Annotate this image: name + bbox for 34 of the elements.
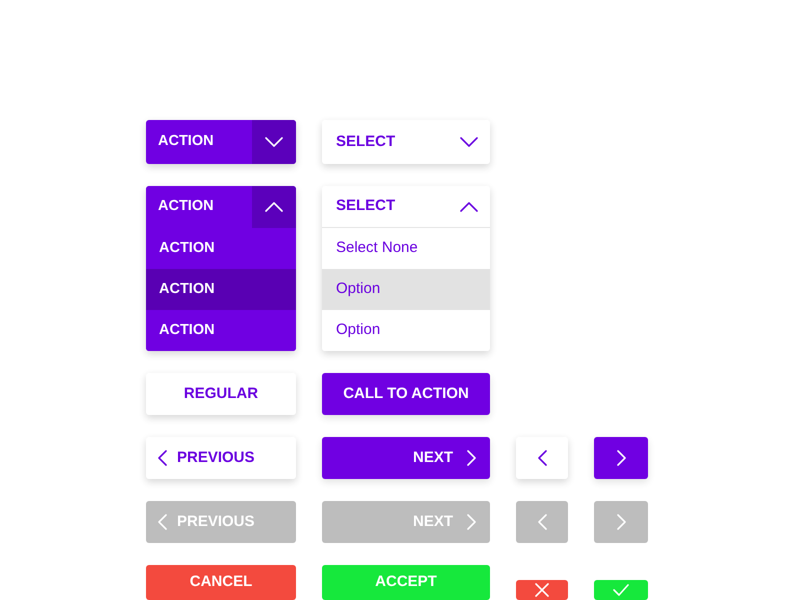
check-icon xyxy=(613,584,629,596)
cancel-button[interactable] xyxy=(516,580,568,600)
dropdown-toggle[interactable] xyxy=(252,120,296,164)
select-field[interactable]: SELECT xyxy=(322,186,490,228)
select-field[interactable]: SELECT xyxy=(322,120,490,164)
close-icon xyxy=(535,583,549,597)
chevron-up-icon xyxy=(460,202,478,212)
chevron-up-icon xyxy=(265,202,283,212)
chevron-right-icon xyxy=(616,514,626,530)
chevron-right-icon xyxy=(467,514,476,530)
chevron-left-icon xyxy=(538,450,546,466)
chevron-left-icon xyxy=(158,450,167,466)
action-button[interactable]: ACTION xyxy=(146,120,296,164)
primary-button[interactable]: CALL TO ACTION xyxy=(322,373,490,415)
select-option[interactable]: Option xyxy=(322,310,490,351)
cancel-button[interactable]: CANCEL xyxy=(146,565,296,600)
chevron-left-icon xyxy=(158,514,167,530)
accept-button[interactable] xyxy=(594,580,648,600)
dropdown-toggle[interactable] xyxy=(252,186,296,228)
next-button[interactable] xyxy=(594,437,648,479)
next-button[interactable]: NEXT xyxy=(322,437,490,479)
action-button[interactable]: ACTION xyxy=(146,186,296,228)
menu-item[interactable]: ACTION xyxy=(146,269,296,310)
previous-button[interactable]: PREVIOUS xyxy=(146,437,296,479)
chevron-right-icon xyxy=(616,450,626,466)
chevron-down-icon xyxy=(460,137,478,147)
select-option[interactable]: Option xyxy=(322,269,490,310)
menu-item[interactable]: ACTION xyxy=(146,310,296,351)
menu-item[interactable]: ACTION xyxy=(146,228,296,269)
chevron-down-icon xyxy=(265,137,283,147)
select-option[interactable]: Select None xyxy=(322,228,490,269)
chevron-right-icon xyxy=(467,450,476,466)
chevron-left-icon xyxy=(538,514,546,530)
regular-button[interactable]: REGULAR xyxy=(146,373,296,415)
